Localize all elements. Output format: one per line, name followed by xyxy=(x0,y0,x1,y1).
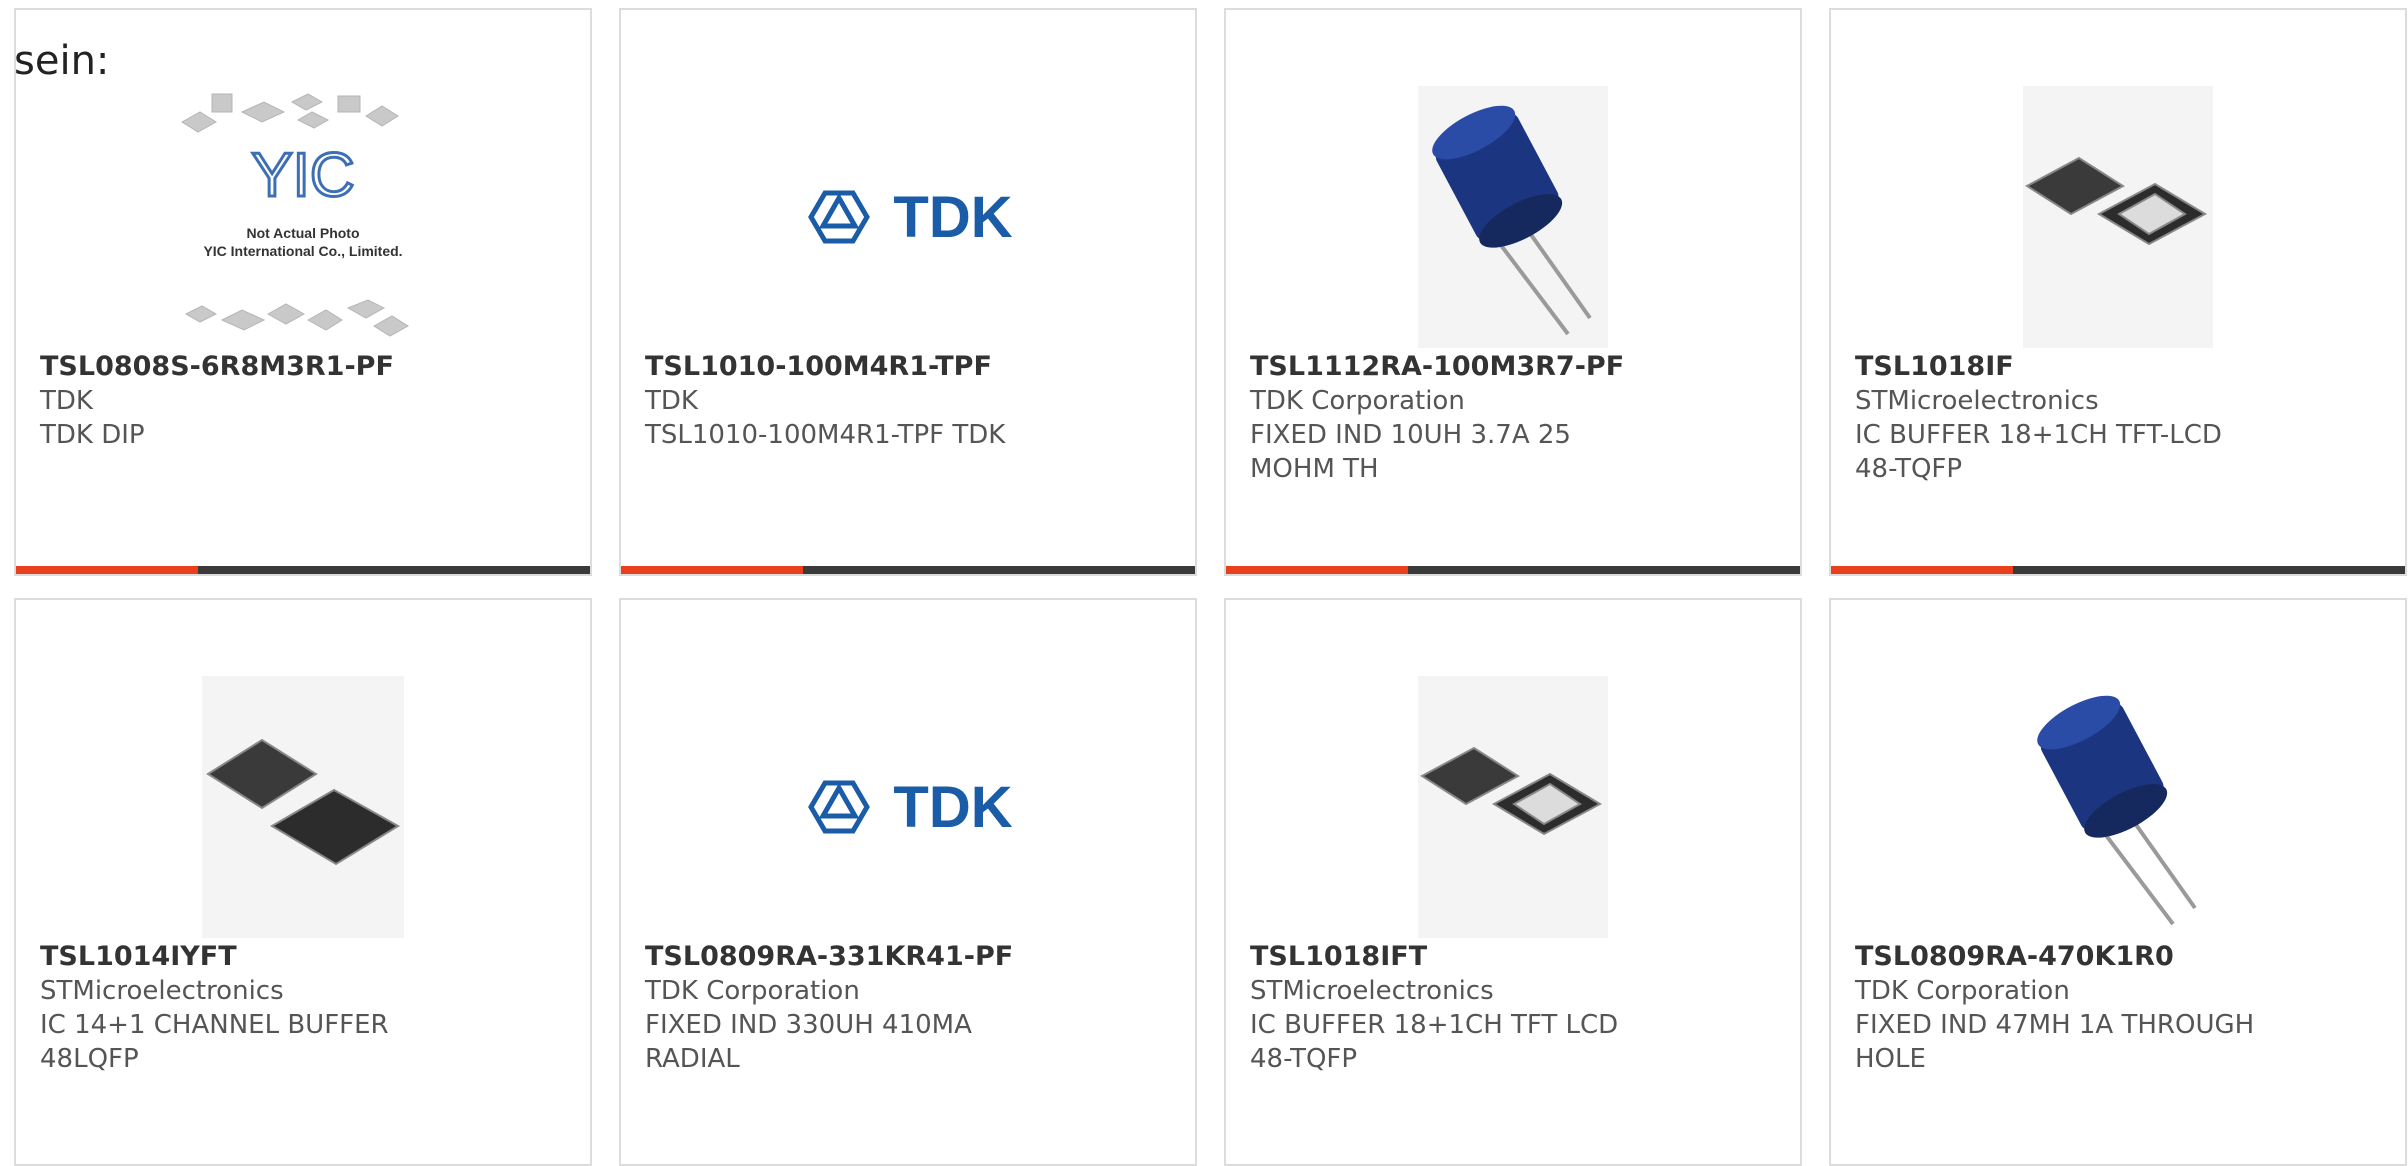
product-card[interactable]: TDK TSL1010-100M4R1-TPF TDK TSL1010-100M… xyxy=(619,8,1197,576)
product-card[interactable]: TDK TSL0809RA-331KR41-PF TDK Corporation… xyxy=(619,598,1197,1166)
ic-chip-icon xyxy=(202,676,404,938)
yic-logo: YIC xyxy=(251,141,354,210)
product-image: TDK xyxy=(777,86,1039,348)
ic-chip-icon xyxy=(1418,676,1608,938)
manufacturer: TDK xyxy=(645,386,698,416)
part-number[interactable]: TSL0809RA-470K1R0 xyxy=(1855,940,2265,974)
placeholder-caption-line2: YIC International Co., Limited. xyxy=(203,243,402,259)
part-number[interactable]: TSL1018IF xyxy=(1855,350,2265,384)
placeholder-caption-line1: Not Actual Photo xyxy=(246,225,359,241)
card-bottom-bar xyxy=(16,566,590,574)
part-number[interactable]: TSL0808S-6R8M3R1-PF xyxy=(40,350,450,384)
part-number[interactable]: TSL0809RA-331KR41-PF xyxy=(645,940,1055,974)
product-card[interactable]: TSL1018IF STMicroelectronics IC BUFFER 1… xyxy=(1829,8,2407,576)
description: IC BUFFER 18+1CH TFT LCD 48-TQFP xyxy=(1250,1010,1619,1074)
card-accent xyxy=(621,566,803,574)
tdk-logo-text: TDK xyxy=(893,185,1012,250)
card-accent xyxy=(16,566,198,574)
manufacturer: STMicroelectronics xyxy=(1250,976,1494,1006)
radial-inductor-icon xyxy=(2037,695,2197,926)
description: FIXED IND 330UH 410MA RADIAL xyxy=(645,1010,972,1074)
part-number[interactable]: TSL1014IYFT xyxy=(40,940,450,974)
manufacturer: TDK Corporation xyxy=(1250,386,1465,416)
manufacturer: TDK Corporation xyxy=(645,976,860,1006)
product-image xyxy=(172,676,434,938)
page-heading: sein: xyxy=(14,38,110,84)
tdk-logo-icon: TDK xyxy=(808,775,1013,840)
manufacturer: STMicroelectronics xyxy=(1855,386,2099,416)
tdk-logo-icon: TDK xyxy=(808,185,1013,250)
product-image: TDK xyxy=(777,676,1039,938)
description: TDK DIP xyxy=(40,420,145,450)
product-image: YIC Not Actual Photo YIC International C… xyxy=(172,86,434,348)
product-image xyxy=(1382,86,1644,348)
product-card[interactable]: TSL1112RA-100M3R7-PF TDK Corporation FIX… xyxy=(1224,8,1802,576)
product-card[interactable]: TSL0809RA-470K1R0 TDK Corporation FIXED … xyxy=(1829,598,2407,1166)
placeholder-photo-icon: YIC Not Actual Photo YIC International C… xyxy=(181,93,409,337)
manufacturer: STMicroelectronics xyxy=(40,976,284,1006)
ic-chip-icon xyxy=(2023,86,2213,348)
card-bottom-bar xyxy=(621,566,1195,574)
product-image xyxy=(1382,676,1644,938)
product-image xyxy=(1987,676,2249,938)
part-number[interactable]: TSL1018IFT xyxy=(1250,940,1660,974)
manufacturer: TDK Corporation xyxy=(1855,976,2070,1006)
part-number[interactable]: TSL1010-100M4R1-TPF xyxy=(645,350,1055,384)
card-bottom-bar xyxy=(1831,566,2405,574)
description: TSL1010-100M4R1-TPF TDK xyxy=(645,420,1006,450)
product-image xyxy=(1987,86,2249,348)
product-card[interactable]: TSL1018IFT STMicroelectronics IC BUFFER … xyxy=(1224,598,1802,1166)
product-card[interactable]: YIC Not Actual Photo YIC International C… xyxy=(14,8,592,576)
card-bottom-bar xyxy=(1226,566,1800,574)
card-accent xyxy=(1226,566,1408,574)
description: FIXED IND 10UH 3.7A 25 MOHM TH xyxy=(1250,420,1571,484)
product-card[interactable]: TSL1014IYFT STMicroelectronics IC 14+1 C… xyxy=(14,598,592,1166)
card-accent xyxy=(1831,566,2013,574)
description: IC 14+1 CHANNEL BUFFER 48LQFP xyxy=(40,1010,389,1074)
tdk-logo-text: TDK xyxy=(893,775,1012,840)
radial-inductor-icon xyxy=(1418,86,1608,348)
part-number[interactable]: TSL1112RA-100M3R7-PF xyxy=(1250,350,1660,384)
manufacturer: TDK xyxy=(40,386,93,416)
description: FIXED IND 47MH 1A THROUGH HOLE xyxy=(1855,1010,2255,1074)
product-grid: YIC Not Actual Photo YIC International C… xyxy=(14,8,2408,1166)
description: IC BUFFER 18+1CH TFT-LCD 48-TQFP xyxy=(1855,420,2222,484)
